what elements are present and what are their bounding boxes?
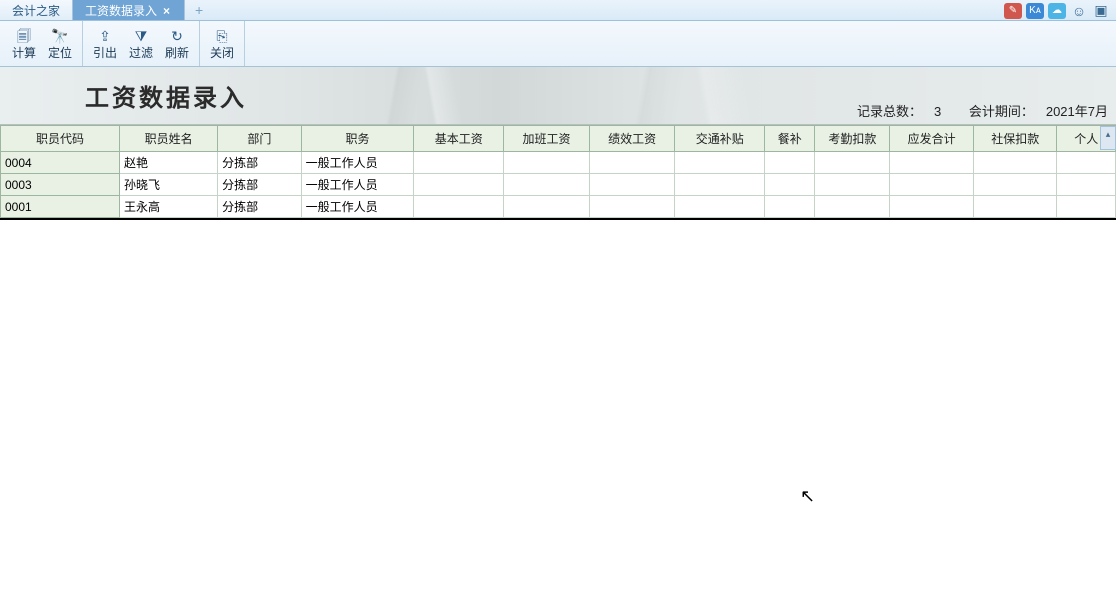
- cell-social-deduct[interactable]: [973, 174, 1057, 196]
- col-social-deduct[interactable]: 社保扣款: [973, 126, 1057, 152]
- refresh-icon: ↻: [171, 27, 183, 45]
- cell-employee-name[interactable]: 赵艳: [120, 152, 218, 174]
- cloud-icon[interactable]: ☁: [1048, 3, 1066, 19]
- col-meal[interactable]: 餐补: [765, 126, 815, 152]
- cell-social-deduct[interactable]: [973, 196, 1057, 218]
- cell-gross[interactable]: [890, 152, 974, 174]
- grid-boundary: [0, 218, 1116, 220]
- cell-meal[interactable]: [765, 174, 815, 196]
- cell-personal[interactable]: [1057, 196, 1116, 218]
- message-icon[interactable]: ▣: [1092, 3, 1110, 19]
- calc-button[interactable]: 🗐 计算: [6, 22, 42, 66]
- export-icon: ⇪: [99, 27, 111, 45]
- cell-overtime[interactable]: [504, 174, 590, 196]
- cell-gross[interactable]: [890, 196, 974, 218]
- cell-employee-name[interactable]: 孙晓飞: [120, 174, 218, 196]
- cell-role[interactable]: 一般工作人员: [301, 174, 414, 196]
- accounting-period: 会计期间：2021年7月: [957, 104, 1108, 119]
- cell-personal[interactable]: [1057, 152, 1116, 174]
- cell-base-salary[interactable]: [414, 196, 504, 218]
- calc-label: 计算: [12, 45, 36, 61]
- table-row[interactable]: 0004赵艳分拣部一般工作人员: [1, 152, 1116, 174]
- export-label: 引出: [93, 45, 117, 61]
- grid-header-row: 职员代码 职员姓名 部门 职务 基本工资 加班工资 绩效工资 交通补贴 餐补 考…: [1, 126, 1116, 152]
- col-performance[interactable]: 绩效工资: [589, 126, 675, 152]
- cell-base-salary[interactable]: [414, 152, 504, 174]
- cell-overtime[interactable]: [504, 196, 590, 218]
- tab-salary-entry[interactable]: 工资数据录入 ×: [73, 0, 185, 20]
- cell-personal[interactable]: [1057, 174, 1116, 196]
- cell-meal[interactable]: [765, 196, 815, 218]
- cell-transport[interactable]: [675, 174, 765, 196]
- page-title: 工资数据录入: [85, 78, 247, 113]
- cell-performance[interactable]: [589, 152, 675, 174]
- banner-info: 记录总数：3 会计期间：2021年7月: [833, 101, 1108, 120]
- cell-employee-code[interactable]: 0003: [1, 174, 120, 196]
- cell-performance[interactable]: [589, 174, 675, 196]
- locate-label: 定位: [48, 45, 72, 61]
- tab-home-label: 会计之家: [12, 2, 60, 20]
- salary-grid[interactable]: 职员代码 职员姓名 部门 职务 基本工资 加班工资 绩效工资 交通补贴 餐补 考…: [0, 125, 1116, 218]
- calc-icon: 🗐: [17, 27, 31, 45]
- col-employee-code[interactable]: 职员代码: [1, 126, 120, 152]
- cursor-icon: ↖: [800, 486, 815, 507]
- col-transport[interactable]: 交通补贴: [675, 126, 765, 152]
- table-row[interactable]: 0001王永高分拣部一般工作人员: [1, 196, 1116, 218]
- cell-attendance-deduct[interactable]: [815, 196, 890, 218]
- col-attendance-deduct[interactable]: 考勤扣款: [815, 126, 890, 152]
- cell-role[interactable]: 一般工作人员: [301, 196, 414, 218]
- filter-icon: ⧩: [135, 27, 148, 45]
- filter-label: 过滤: [129, 45, 153, 61]
- refresh-label: 刷新: [165, 45, 189, 61]
- cell-attendance-deduct[interactable]: [815, 174, 890, 196]
- ka-icon[interactable]: Kᴀ: [1026, 3, 1044, 19]
- system-tray: ✎ Kᴀ ☁ ☺ ▣: [1004, 0, 1110, 21]
- cell-base-salary[interactable]: [414, 174, 504, 196]
- cell-meal[interactable]: [765, 152, 815, 174]
- cell-role[interactable]: 一般工作人员: [301, 152, 414, 174]
- cell-department[interactable]: 分拣部: [218, 174, 302, 196]
- feedback-icon[interactable]: ☺: [1070, 3, 1088, 19]
- cell-employee-name[interactable]: 王永高: [120, 196, 218, 218]
- tab-salary-entry-label: 工资数据录入: [85, 2, 157, 20]
- table-row[interactable]: 0003孙晓飞分拣部一般工作人员: [1, 174, 1116, 196]
- toolbar: 🗐 计算 🔭 定位 ⇪ 引出 ⧩ 过滤 ↻ 刷新 ⎘ 关闭: [0, 21, 1116, 67]
- banner: 工资数据录入 记录总数：3 会计期间：2021年7月: [0, 67, 1116, 125]
- cell-gross[interactable]: [890, 174, 974, 196]
- locate-button[interactable]: 🔭 定位: [42, 22, 78, 66]
- vertical-scrollbar[interactable]: ▴: [1100, 126, 1116, 150]
- door-icon: ⎘: [216, 27, 227, 45]
- export-button[interactable]: ⇪ 引出: [87, 22, 123, 66]
- cell-department[interactable]: 分拣部: [218, 196, 302, 218]
- record-count: 记录总数：3: [845, 104, 941, 119]
- add-tab-button[interactable]: +: [185, 0, 213, 20]
- cell-performance[interactable]: [589, 196, 675, 218]
- col-employee-name[interactable]: 职员姓名: [120, 126, 218, 152]
- filter-button[interactable]: ⧩ 过滤: [123, 22, 159, 66]
- cell-department[interactable]: 分拣部: [218, 152, 302, 174]
- close-label: 关闭: [210, 45, 234, 61]
- cell-overtime[interactable]: [504, 152, 590, 174]
- tab-home[interactable]: 会计之家: [0, 0, 73, 20]
- refresh-button[interactable]: ↻ 刷新: [159, 22, 195, 66]
- cell-attendance-deduct[interactable]: [815, 152, 890, 174]
- close-icon[interactable]: ×: [161, 2, 172, 20]
- col-role[interactable]: 职务: [301, 126, 414, 152]
- col-department[interactable]: 部门: [218, 126, 302, 152]
- tabs-bar: 会计之家 工资数据录入 × + ✎ Kᴀ ☁ ☺ ▣: [0, 0, 1116, 21]
- scroll-up-icon[interactable]: ▴: [1101, 127, 1115, 141]
- col-base-salary[interactable]: 基本工资: [414, 126, 504, 152]
- binoculars-icon: 🔭: [51, 27, 68, 45]
- col-gross[interactable]: 应发合计: [890, 126, 974, 152]
- close-button[interactable]: ⎘ 关闭: [204, 22, 240, 66]
- cell-social-deduct[interactable]: [973, 152, 1057, 174]
- cell-transport[interactable]: [675, 196, 765, 218]
- col-overtime[interactable]: 加班工资: [504, 126, 590, 152]
- cell-transport[interactable]: [675, 152, 765, 174]
- notification-icon[interactable]: ✎: [1004, 3, 1022, 19]
- cell-employee-code[interactable]: 0001: [1, 196, 120, 218]
- cell-employee-code[interactable]: 0004: [1, 152, 120, 174]
